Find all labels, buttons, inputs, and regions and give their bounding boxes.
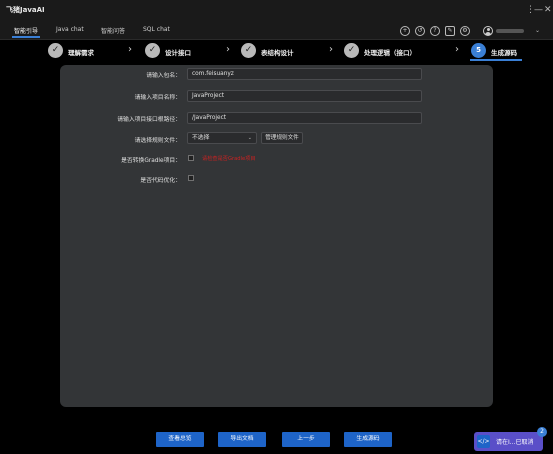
history-icon[interactable]: ↺ [415,26,425,36]
user-menu-chevron-icon[interactable]: ⌄ [535,27,540,34]
edit-icon[interactable]: ✎ [445,26,455,36]
task-status-text: 请在I...已取消 [496,439,534,446]
step-label: 处理逻辑（接口） [364,49,416,57]
chevron-down-icon: ⌄ [247,135,252,141]
package-label: 请输入包名： [146,73,181,79]
chevron-right-icon: › [226,44,230,55]
chevron-right-icon: › [455,44,459,55]
project-path-label: 请输入项目接口根路径： [117,117,181,123]
manage-rules-button[interactable]: 管理规则文件 [261,132,303,144]
step-done-check-icon: ✓ [48,43,63,58]
previous-step-button[interactable]: 上一步 [282,432,330,447]
help-icon[interactable]: ? [430,26,440,36]
chevron-right-icon: › [329,44,333,55]
task-status-badge[interactable]: </> 请在I...已取消 [474,432,543,451]
step-done-check-icon: ✓ [145,43,160,58]
chevron-right-icon: › [128,44,132,55]
tab-smart-guide[interactable]: 智能引导 [11,26,41,38]
step-done-check-icon: ✓ [241,43,256,58]
step-done-check-icon: ✓ [344,43,359,58]
notification-count-badge: 2 [537,427,547,437]
export-docs-button[interactable]: 导出文档 [218,432,266,447]
code-icon: </> [477,435,490,448]
tab-java-chat[interactable]: Java chat [56,26,84,33]
menu-bar: 智能引导 Java chat 智能问答 SQL chat + ↺ ? ✎ ⚙ ⌄ [0,22,553,40]
tab-sql-chat[interactable]: SQL chat [143,26,170,33]
minimize-icon[interactable]: — [534,4,543,16]
step-label: 表结构设计 [261,49,294,57]
optimize-checkbox[interactable] [188,175,194,181]
project-path-input[interactable]: /JavaProject [187,112,422,124]
user-name-redacted [496,29,524,33]
step-label: 理解需求 [68,49,94,57]
optimize-label: 是否代码优化： [140,178,181,184]
settings-icon[interactable]: ⚙ [460,26,470,36]
step-label: 设计接口 [165,49,191,57]
close-icon[interactable]: ✕ [544,4,552,16]
package-input[interactable]: com.feisuanyz [187,68,422,80]
generate-source-button[interactable]: 生成源码 [344,432,392,447]
gradle-label: 是否转换Gradle项目： [121,158,181,164]
project-name-input[interactable]: JavaProject [187,90,422,102]
tab-smart-qa[interactable]: 智能问答 [101,26,125,35]
form-panel: 请输入包名： com.feisuanyz 请输入项目名称： JavaProjec… [60,65,493,407]
add-circle-icon[interactable]: + [400,26,410,36]
step-current-number: 5 [471,43,486,58]
view-summary-button[interactable]: 查看总览 [156,432,204,447]
rule-file-select[interactable]: 不选择 ⌄ [187,132,257,144]
app-title: 飞猪JavaAI [6,6,45,14]
rule-file-label: 请选择规则文件： [134,138,181,144]
step-label: 生成源码 [491,49,517,57]
gradle-warning-text: 请检查是否Gradle项目 [202,156,256,162]
title-bar: 飞猪JavaAI ⋮ — ✕ [0,0,553,22]
gradle-checkbox[interactable] [188,155,194,161]
project-name-label: 请输入项目名称： [134,95,181,101]
user-avatar-icon[interactable] [483,26,493,36]
rule-file-selected-value: 不选择 [192,135,210,141]
active-step-indicator [470,59,522,61]
